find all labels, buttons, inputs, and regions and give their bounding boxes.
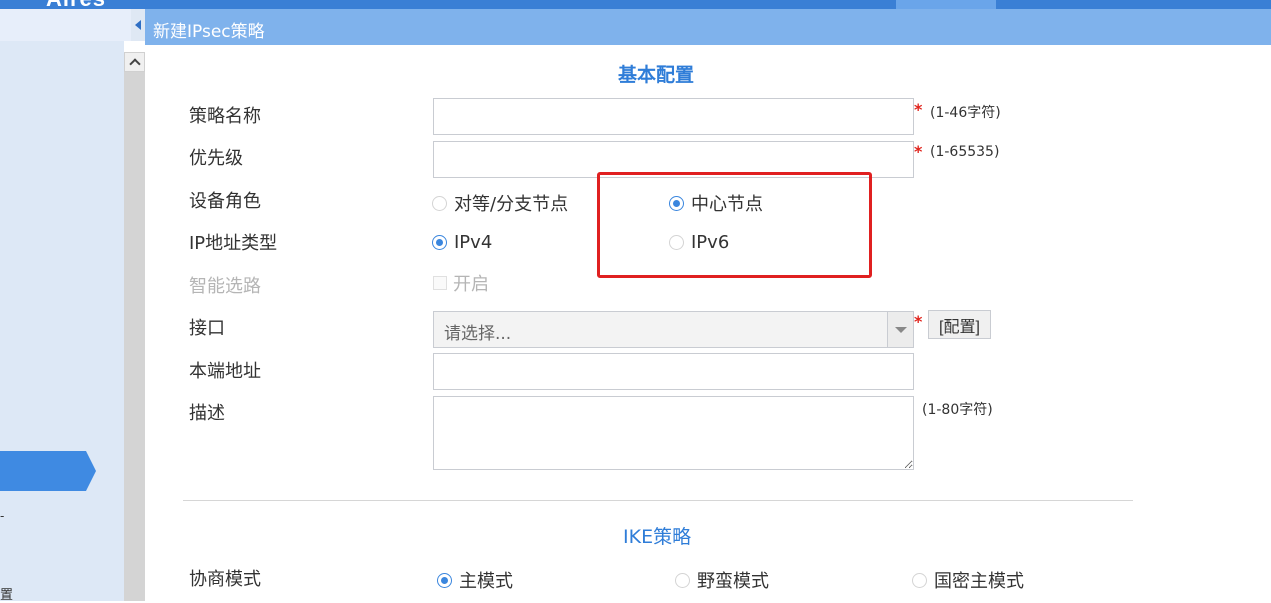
device-role-label: 设备角色 <box>189 191 261 212</box>
ip-type-label: IP地址类型 <box>189 233 278 254</box>
description-textarea[interactable] <box>433 396 914 470</box>
sidebar-header <box>0 9 131 41</box>
collapse-sidebar-button[interactable] <box>131 9 145 41</box>
negotiation-radio-aggressive[interactable]: 野蛮模式 <box>675 567 769 593</box>
radio-checked-icon <box>432 235 447 250</box>
checkbox-label: 开启 <box>453 274 489 295</box>
dropdown-toggle[interactable] <box>887 312 913 347</box>
policy-name-label: 策略名称 <box>189 106 261 127</box>
radio-label: 野蛮模式 <box>697 571 769 592</box>
radio-checked-icon <box>437 572 452 588</box>
smart-route-label: 智能选路 <box>189 276 261 297</box>
section-divider <box>183 500 1133 501</box>
radio-unchecked-icon <box>675 572 690 588</box>
scroll-up-button[interactable] <box>124 52 145 72</box>
required-asterisk: * <box>914 100 923 119</box>
negotiation-mode-label: 协商模式 <box>189 569 261 590</box>
negotiation-radio-sm-main[interactable]: 国密主模式 <box>912 567 1024 593</box>
priority-hint: (1-65535) <box>930 144 1000 160</box>
interface-select-placeholder: 请选择... <box>444 324 512 344</box>
required-asterisk: * <box>914 142 923 161</box>
smart-route-checkbox[interactable]: 开启 <box>433 270 489 296</box>
page-header: 新建IPsec策略 <box>145 9 1271 45</box>
scrollbar-track[interactable] <box>124 52 145 601</box>
sidebar-item-selected[interactable] <box>0 451 86 491</box>
radio-label: 对等/分支节点 <box>454 194 569 215</box>
required-asterisk: * <box>914 312 923 331</box>
description-label: 描述 <box>189 403 225 424</box>
negotiation-radio-main[interactable]: 主模式 <box>437 567 513 593</box>
annotation-highlight-box <box>597 172 872 278</box>
page-title: 新建IPsec策略 <box>153 22 265 42</box>
triangle-left-icon <box>135 20 141 30</box>
chevron-down-icon <box>894 326 907 333</box>
local-address-label: 本端地址 <box>189 361 261 382</box>
radio-unchecked-icon <box>432 195 447 211</box>
policy-name-input[interactable] <box>433 98 914 135</box>
interface-label: 接口 <box>189 318 225 339</box>
checkbox-unchecked-icon <box>433 276 447 290</box>
device-role-radio-peer[interactable]: 对等/分支节点 <box>432 190 568 216</box>
sidebar: - 置 <box>0 9 131 603</box>
radio-unchecked-icon <box>912 572 927 588</box>
radio-label: 主模式 <box>459 571 513 592</box>
interface-config-button[interactable]: [配置] <box>928 310 991 339</box>
section-title-basic: 基本配置 <box>618 64 695 86</box>
chevron-up-icon <box>128 58 141 70</box>
description-hint: (1-80字符) <box>922 402 993 418</box>
radio-label: IPv4 <box>454 232 493 253</box>
sidebar-selected-arrow <box>86 451 96 491</box>
policy-name-hint: (1-46字符) <box>930 105 1001 121</box>
section-title-ike: IKE策略 <box>623 526 692 548</box>
interface-select[interactable]: 请选择... <box>433 311 914 348</box>
radio-label: 国密主模式 <box>934 571 1024 592</box>
top-nav-active-tab[interactable] <box>896 0 996 9</box>
priority-label: 优先级 <box>189 148 243 169</box>
sidebar-item-label[interactable]: - <box>0 509 4 523</box>
local-address-input[interactable] <box>433 353 914 390</box>
ip-type-radio-ipv4[interactable]: IPv4 <box>432 232 492 253</box>
top-app-bar: Aires <box>0 0 1271 11</box>
sidebar-item-label[interactable]: 置 <box>0 584 13 603</box>
